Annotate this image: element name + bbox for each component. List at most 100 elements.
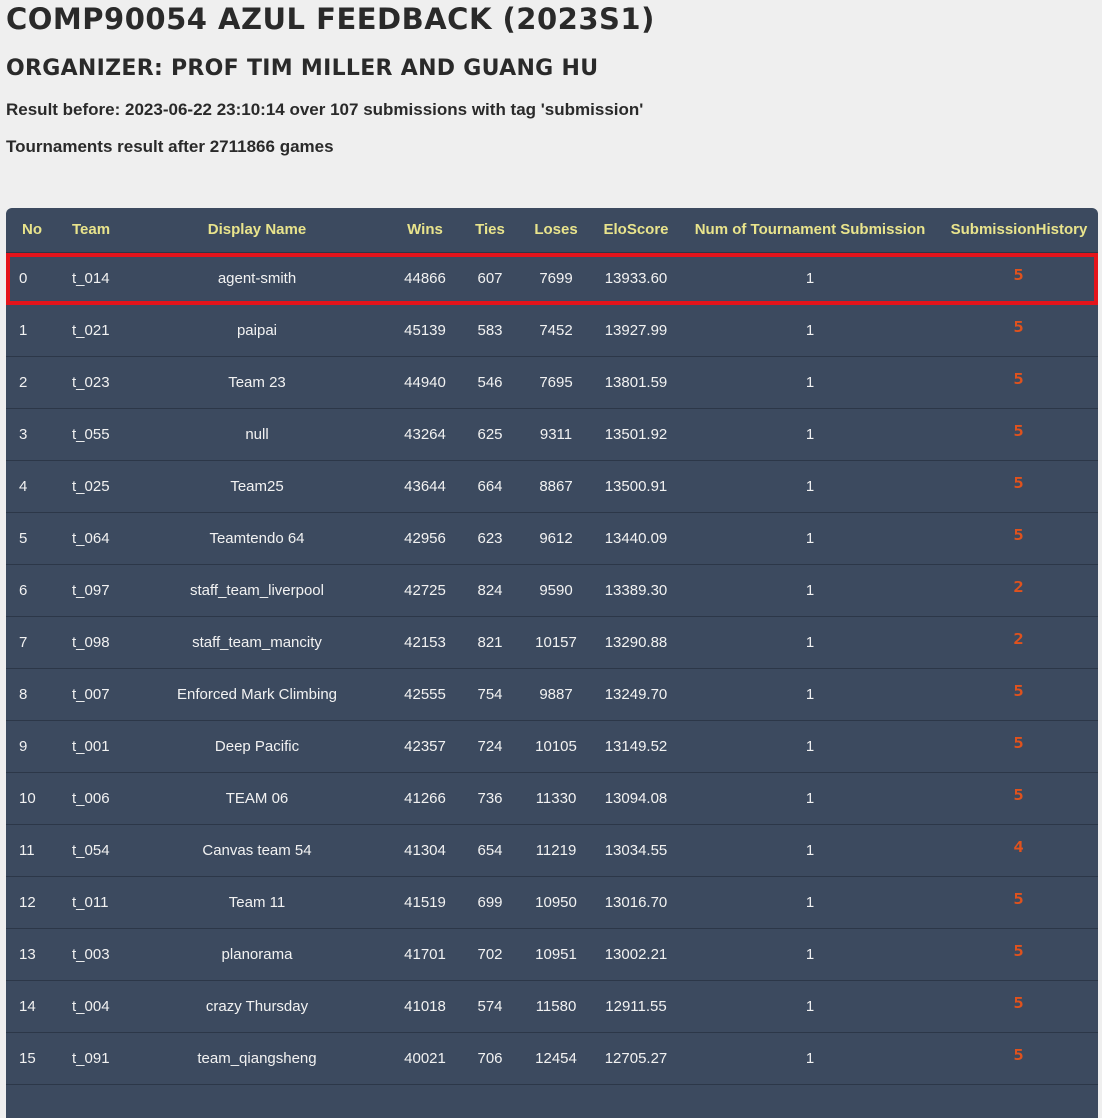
cell-loses: 9887 bbox=[539, 686, 573, 703]
cell-display-name: TEAM 06 bbox=[225, 790, 289, 807]
submission-history-link[interactable]: 5 bbox=[1014, 1048, 1024, 1063]
table-row: 9 t_001 Deep Pacific 42357 724 10105 13149.52 1… bbox=[6, 721, 1098, 773]
submission-history-link[interactable]: 5 bbox=[1014, 892, 1024, 907]
cell-no: 6 bbox=[19, 582, 28, 599]
cell-no: 7 bbox=[19, 634, 28, 651]
cell-display-name: Canvas team 54 bbox=[202, 842, 312, 859]
cell-num-submissions: 1 bbox=[805, 686, 815, 703]
submission-history-link[interactable]: 4 bbox=[1014, 840, 1024, 855]
cell-team: t_025 bbox=[72, 478, 110, 495]
cell-wins: 41304 bbox=[404, 842, 446, 859]
cell-eloscore: 13500.91 bbox=[604, 478, 668, 495]
cell-submission-history: 5 bbox=[944, 409, 1094, 461]
cell-submission-history: 2 bbox=[944, 565, 1094, 617]
submission-history-link[interactable]: 5 bbox=[1014, 944, 1024, 959]
cell-submission-history: 5 bbox=[944, 981, 1094, 1033]
submission-history-link[interactable]: 5 bbox=[1014, 996, 1024, 1011]
submission-history-link[interactable]: 2 bbox=[1014, 632, 1024, 647]
cell-wins: 45139 bbox=[404, 322, 446, 339]
cell-loses: 11330 bbox=[535, 790, 577, 807]
header-team[interactable]: Team bbox=[60, 208, 124, 252]
cell-display-name: Enforced Mark Climbing bbox=[176, 686, 338, 703]
cell-no: 3 bbox=[19, 426, 28, 443]
results-table: No Team Display Name Wins Ties Loses Elo… bbox=[6, 208, 1098, 1118]
cell-eloscore: 13440.09 bbox=[604, 530, 668, 547]
cell-eloscore: 12911.55 bbox=[605, 998, 667, 1015]
cell-display-name: null bbox=[245, 426, 269, 443]
cell-team: t_001 bbox=[72, 738, 110, 755]
submission-history-link[interactable]: 5 bbox=[1014, 268, 1024, 283]
cell-no: 15 bbox=[19, 1050, 36, 1067]
header-wins[interactable]: Wins bbox=[392, 208, 458, 252]
cell-submission-history: 5 bbox=[944, 305, 1094, 357]
cell-loses: 10950 bbox=[535, 894, 577, 911]
cell-team: t_007 bbox=[72, 686, 110, 703]
cell-wins: 41266 bbox=[404, 790, 446, 807]
cell-wins: 43644 bbox=[404, 478, 446, 495]
organizer-heading: ORGANIZER: PROF TIM MILLER AND GUANG HU bbox=[6, 56, 599, 81]
header-display-name[interactable]: Display Name bbox=[137, 208, 377, 252]
cell-eloscore: 13933.60 bbox=[604, 270, 668, 287]
submission-history-link[interactable]: 5 bbox=[1014, 476, 1024, 491]
cell-ties: 607 bbox=[477, 270, 503, 287]
cell-team: t_023 bbox=[72, 374, 110, 391]
submission-history-link[interactable]: 5 bbox=[1014, 684, 1024, 699]
cell-no: 11 bbox=[19, 842, 35, 859]
submission-history-link[interactable]: 5 bbox=[1014, 788, 1024, 803]
cell-loses: 7695 bbox=[539, 374, 573, 391]
cell-no: 4 bbox=[19, 478, 28, 495]
header-ties[interactable]: Ties bbox=[464, 208, 516, 252]
cell-submission-history: 5 bbox=[944, 721, 1094, 773]
cell-display-name: staff_team_liverpool bbox=[190, 582, 324, 599]
cell-loses: 8867 bbox=[539, 478, 573, 495]
cell-submission-history: 2 bbox=[944, 617, 1094, 669]
cell-num-submissions: 1 bbox=[805, 374, 815, 391]
submission-history-link[interactable]: 5 bbox=[1014, 372, 1024, 387]
submission-history-link[interactable]: 5 bbox=[1014, 320, 1024, 335]
table-row: 6 t_097 staff_team_liverpool 42725 824 9590 13… bbox=[6, 565, 1098, 617]
cell-wins: 41519 bbox=[404, 894, 446, 911]
cell-submission-history: 5 bbox=[944, 1033, 1094, 1085]
cell-wins: 42153 bbox=[404, 634, 446, 651]
table-row: 10 t_006 TEAM 06 41266 736 11330 13094.08 1 5 bbox=[6, 773, 1098, 825]
table-row: 12 t_011 Team 11 41519 699 10950 13016.70 1 5 bbox=[6, 877, 1098, 929]
cell-ties: 625 bbox=[477, 426, 503, 443]
cell-num-submissions: 1 bbox=[805, 634, 815, 651]
cell-eloscore: 13389.30 bbox=[604, 582, 668, 599]
cell-no: 8 bbox=[19, 686, 28, 703]
header-submission-history[interactable]: SubmissionHistory bbox=[944, 208, 1094, 252]
cell-num-submissions: 1 bbox=[805, 946, 815, 963]
cell-wins: 42555 bbox=[404, 686, 446, 703]
submission-history-link[interactable]: 5 bbox=[1014, 736, 1024, 751]
cell-no: 0 bbox=[19, 270, 28, 287]
cell-ties: 546 bbox=[477, 374, 503, 391]
cell-team: t_091 bbox=[72, 1050, 110, 1067]
header-num-submissions[interactable]: Num of Tournament Submission bbox=[690, 208, 930, 252]
header-no[interactable]: No bbox=[6, 208, 52, 252]
cell-team: t_054 bbox=[72, 842, 110, 859]
cell-loses: 10951 bbox=[535, 946, 577, 963]
cell-team: t_021 bbox=[72, 322, 110, 339]
cell-num-submissions: 1 bbox=[805, 738, 815, 755]
submission-history-link[interactable]: 5 bbox=[1014, 528, 1024, 543]
cell-num-submissions: 1 bbox=[805, 842, 815, 859]
cell-ties: 699 bbox=[477, 894, 503, 911]
table-header-row: No Team Display Name Wins Ties Loses Elo… bbox=[6, 208, 1098, 253]
cell-team: t_014 bbox=[72, 270, 110, 287]
cell-loses: 9311 bbox=[539, 426, 573, 443]
table-row: 13 t_003 planorama 41701 702 10951 13002.21 1 5 bbox=[6, 929, 1098, 981]
submission-history-link[interactable]: 2 bbox=[1014, 580, 1024, 595]
header-eloscore[interactable]: EloScore bbox=[596, 208, 676, 252]
cell-display-name: crazy Thursday bbox=[205, 998, 309, 1015]
cell-loses: 7452 bbox=[539, 322, 573, 339]
cell-wins: 42357 bbox=[404, 738, 446, 755]
cell-team: t_006 bbox=[72, 790, 110, 807]
cell-display-name: planorama bbox=[221, 946, 293, 963]
table-row: 2 t_023 Team 23 44940 546 7695 13801.59 1 5 bbox=[6, 357, 1098, 409]
cell-ties: 574 bbox=[477, 998, 503, 1015]
header-loses[interactable]: Loses bbox=[524, 208, 588, 252]
cell-submission-history: 5 bbox=[944, 877, 1094, 929]
submission-history-link[interactable]: 5 bbox=[1014, 424, 1024, 439]
cell-display-name: paipai bbox=[236, 322, 278, 339]
cell-ties: 824 bbox=[477, 582, 503, 599]
